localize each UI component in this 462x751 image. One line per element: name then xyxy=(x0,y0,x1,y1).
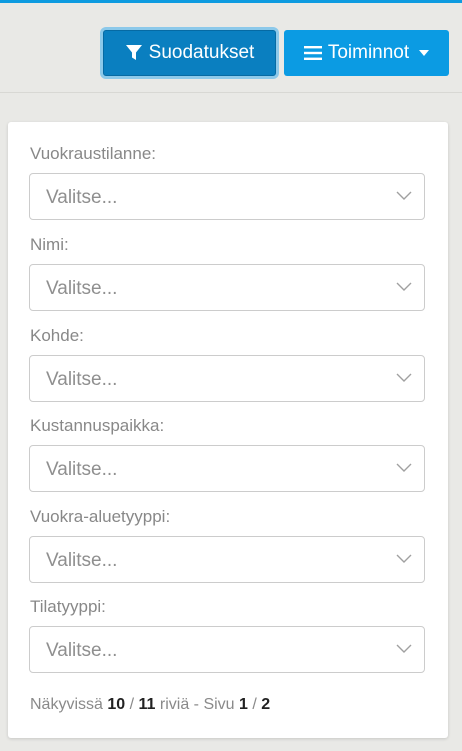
actions-button[interactable]: Toiminnot xyxy=(284,30,449,76)
current-page: 1 xyxy=(239,696,248,713)
status-separator: / xyxy=(252,696,257,713)
filters-button[interactable]: Suodatukset xyxy=(103,30,276,76)
filter-label-kustannuspaikka: Kustannuspaikka: xyxy=(30,416,165,435)
total-pages: 2 xyxy=(261,696,271,713)
select-kustannuspaikka[interactable]: Valitse... xyxy=(29,445,425,492)
actions-button-label: Toiminnot xyxy=(327,42,410,63)
filter-label-nimi: Nimi: xyxy=(30,235,69,254)
chevron-down-icon xyxy=(396,641,412,659)
chevron-down-icon xyxy=(396,370,412,388)
select-placeholder: Valitse... xyxy=(46,550,118,571)
chevron-down-icon xyxy=(396,279,412,297)
top-accent-bar xyxy=(0,0,462,3)
filter-label-tilatyyppi: Tilatyyppi: xyxy=(30,597,106,616)
chevron-down-icon xyxy=(396,460,412,478)
chevron-down-icon xyxy=(396,188,412,206)
filter-label-vuokraustilanne: Vuokraustilanne: xyxy=(30,144,157,163)
select-vuokra-aluetyyppi[interactable]: Valitse... xyxy=(29,536,425,583)
filter-icon xyxy=(125,44,143,62)
filter-panel: Vuokraustilanne: Valitse... Nimi: Valits… xyxy=(8,122,448,738)
filter-label-kohde: Kohde: xyxy=(30,326,84,345)
select-placeholder: Valitse... xyxy=(46,187,118,208)
visible-rows-count: 10 xyxy=(107,696,126,713)
pagination-status: Näkyvissä 10 / 11 riviä - Sivu 1 / 2 xyxy=(30,696,270,714)
status-separator: / xyxy=(129,696,135,713)
select-placeholder: Valitse... xyxy=(46,278,118,299)
select-vuokraustilanne[interactable]: Valitse... xyxy=(29,173,425,220)
toolbar: Suodatukset Toiminnot xyxy=(0,30,462,78)
status-prefix: Näkyvissä xyxy=(30,696,103,713)
chevron-down-icon xyxy=(396,551,412,569)
caret-down-icon xyxy=(419,50,430,56)
filter-label-vuokra-aluetyyppi: Vuokra-aluetyyppi: xyxy=(30,507,171,526)
select-placeholder: Valitse... xyxy=(46,369,118,390)
status-rows-word: riviä - Sivu xyxy=(159,696,235,713)
select-tilatyyppi[interactable]: Valitse... xyxy=(29,626,425,673)
select-nimi[interactable]: Valitse... xyxy=(29,264,425,311)
filters-button-label: Suodatukset xyxy=(148,42,255,63)
total-rows-count: 11 xyxy=(138,696,156,713)
menu-icon xyxy=(303,45,322,61)
select-kohde[interactable]: Valitse... xyxy=(29,355,425,402)
select-placeholder: Valitse... xyxy=(46,640,118,661)
header-divider xyxy=(0,92,462,93)
select-placeholder: Valitse... xyxy=(46,459,118,480)
